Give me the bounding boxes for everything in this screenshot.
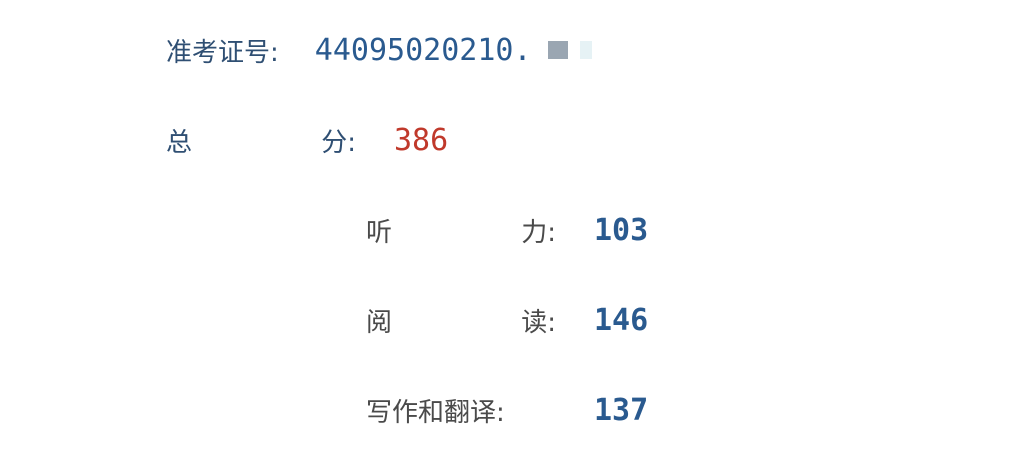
writing-translation-score-value: 137 [594, 392, 649, 428]
listening-label: 听 力: [366, 212, 556, 249]
listening-score-value: 103 [594, 212, 649, 248]
total-score-value: 386 [394, 122, 449, 158]
total-score-label-right: 分: [321, 127, 356, 158]
exam-number-row: 准考证号: 44095020210. [166, 30, 592, 70]
writing-translation-label: 写作和翻译: [366, 397, 505, 428]
listening-label-right: 力: [521, 217, 556, 248]
redaction-mark [547, 41, 568, 59]
writing-translation-score-row: 写作和翻译: 137 [366, 390, 648, 430]
listening-label-left: 听 [366, 217, 393, 248]
reading-label: 阅 读: [366, 302, 556, 339]
total-score-label-left: 总 [166, 127, 193, 158]
redaction-mark-faint [579, 41, 592, 59]
exam-number-value: 44095020210. [314, 32, 532, 68]
total-score-row: 总 分: 386 [166, 120, 448, 160]
total-score-label: 总 分: [166, 122, 356, 159]
reading-score-value: 146 [594, 302, 649, 338]
exam-number-label: 准考证号: [166, 37, 279, 68]
reading-label-right: 读: [521, 307, 556, 338]
reading-label-left: 阅 [366, 307, 393, 338]
listening-score-row: 听 力: 103 [366, 210, 648, 250]
reading-score-row: 阅 读: 146 [366, 300, 648, 340]
